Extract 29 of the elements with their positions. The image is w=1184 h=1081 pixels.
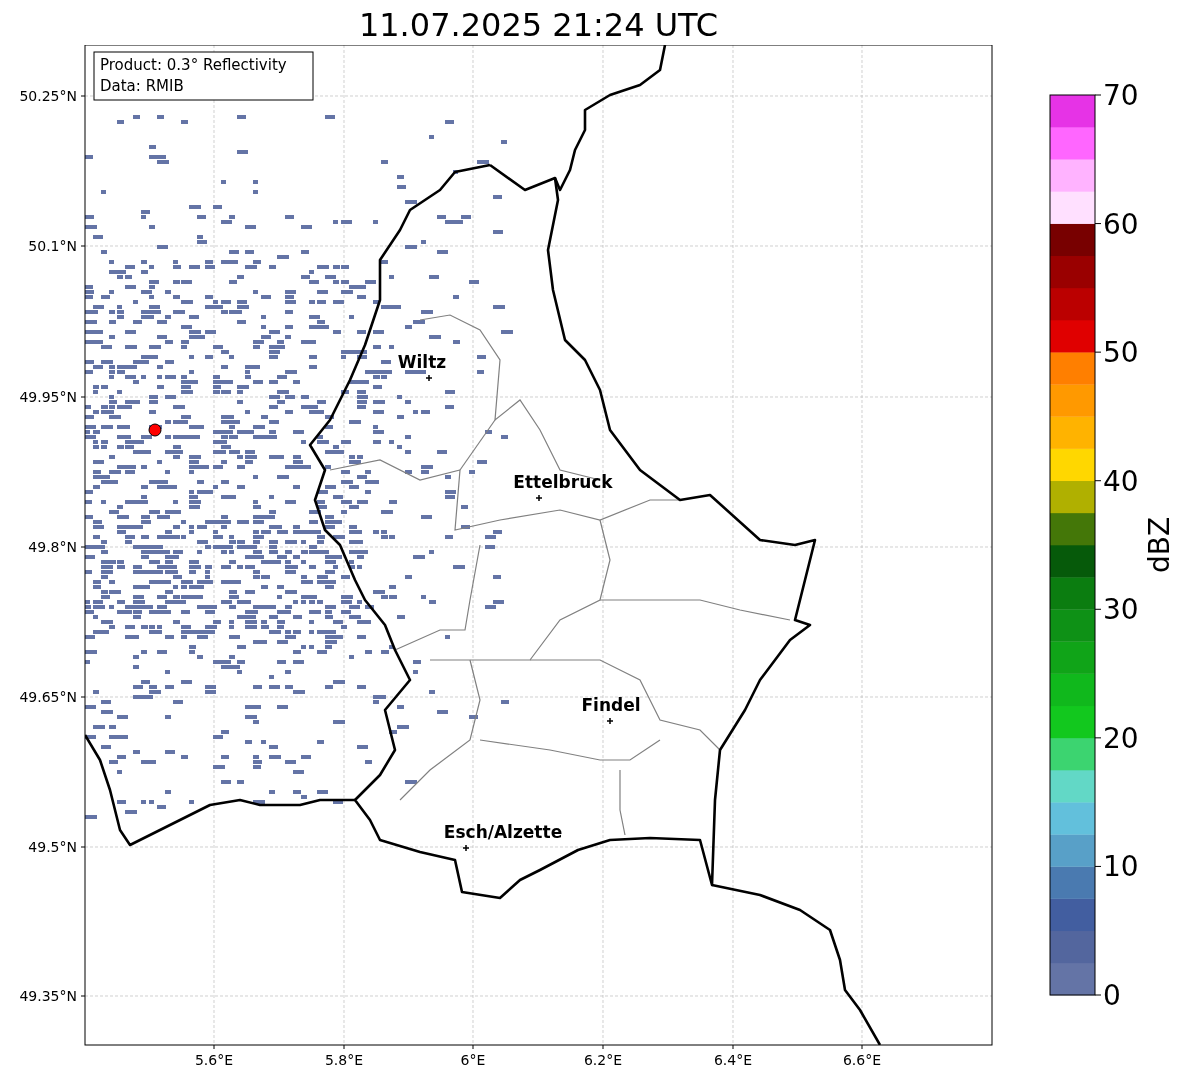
info-text: Data: RMIB [100,77,184,95]
axis-tick-label: 50.1°N [28,238,77,254]
colorbar-tick-label: 20 [1103,721,1139,755]
axis-tick-label: 50.25°N [19,88,77,104]
info-text: Product: 0.3° Reflectivity [100,56,287,74]
axis-tick-label: 5.8°E [324,1052,364,1068]
colorbar-tick-label: 0 [1103,979,1121,1012]
city-label: Findel [581,695,641,715]
axis-tick-label: 49.95°N [19,389,77,405]
colorbar-tick-label: 40 [1103,464,1139,498]
axis-tick-label: 6.4°E [713,1052,753,1068]
colorbar-tick-label: 10 [1103,850,1139,884]
axis-tick-label: 5.6°E [194,1052,234,1068]
colorbar-tick-label: 70 [1103,79,1139,112]
axis-tick-label: 6.6°E [842,1052,882,1068]
axis-tick-label: 49.5°N [28,839,77,855]
colorbar-tick-label: 60 [1103,207,1139,241]
axis-tick-label: 6.2°E [583,1052,623,1068]
city-label: Ettelbruck [513,472,613,492]
city-label: Esch/Alzette [443,822,563,842]
chart-title: 11.07.2025 21:24 UTC [357,5,720,45]
colorbar-tick-label: 50 [1103,336,1139,370]
axis-tick-label: 49.8°N [28,539,77,555]
axis-tick-label: 49.65°N [19,689,77,705]
colorbar-tick-label: 30 [1103,593,1139,627]
axis-tick-label: 6°E [460,1052,486,1068]
city-label: Wiltz [397,352,447,372]
axis-tick-label: 49.35°N [19,988,77,1004]
colorbar-title: dBZ [1143,516,1176,574]
